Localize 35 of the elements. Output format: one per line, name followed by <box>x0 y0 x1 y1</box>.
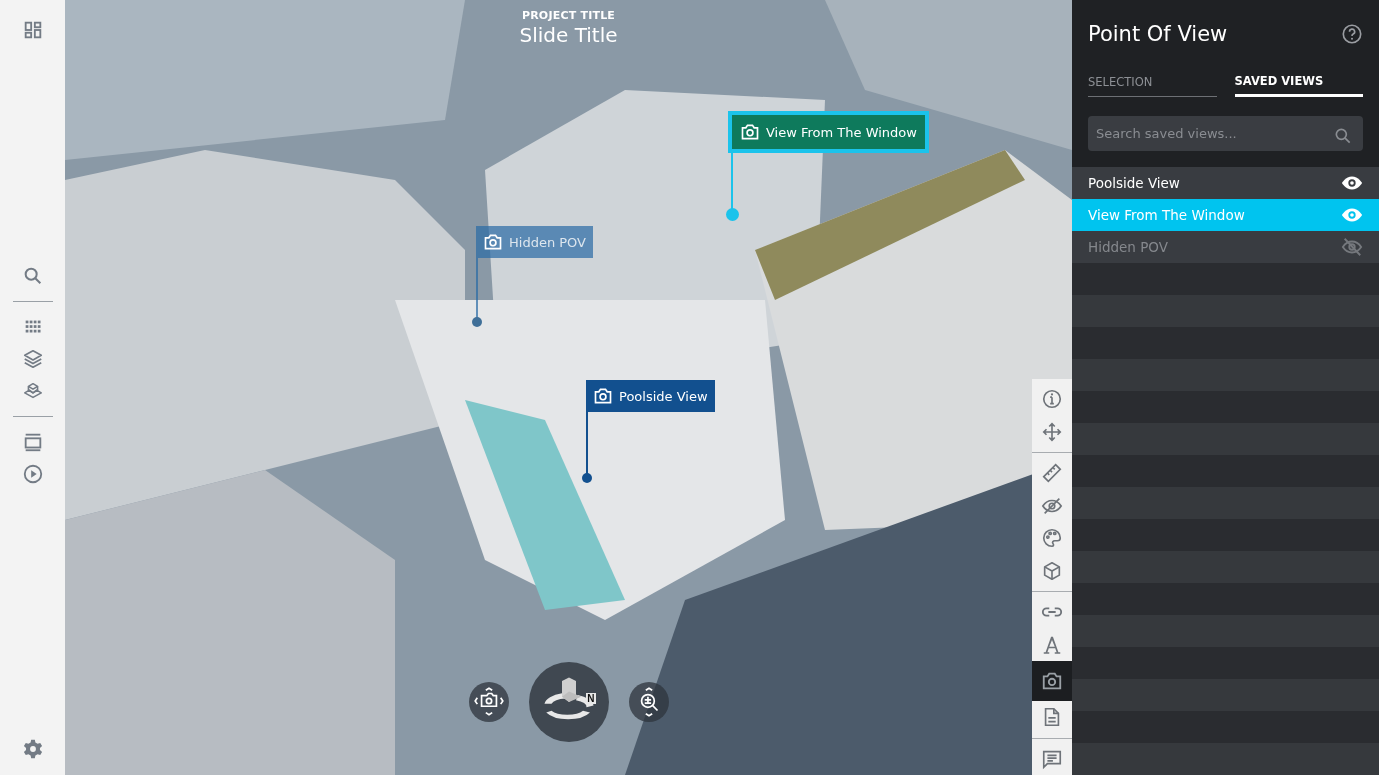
palette-icon <box>1041 527 1063 550</box>
panel-tab[interactable]: SELECTION <box>1088 74 1217 97</box>
pin-dot[interactable] <box>582 473 592 483</box>
compass-letter: N <box>586 693 596 704</box>
project-title: PROJECT TITLE <box>520 9 617 22</box>
camera-icon <box>593 386 613 406</box>
saved-view-name: Poolside View <box>1088 175 1180 191</box>
camera-icon <box>483 232 503 252</box>
ruler-icon <box>1041 462 1063 485</box>
pin-dot[interactable] <box>472 317 482 327</box>
help-button[interactable] <box>1341 23 1363 45</box>
pov-label[interactable]: Hidden POV <box>476 226 593 258</box>
slide-title: Slide Title <box>518 23 619 47</box>
saved-view-item[interactable]: Hidden POV <box>1072 231 1379 263</box>
saved-view-name: Hidden POV <box>1088 239 1168 255</box>
search-field[interactable]: Search saved views... <box>1088 116 1363 151</box>
pov-label[interactable]: View From The Window <box>728 111 929 153</box>
eye-slash-icon <box>1341 236 1363 258</box>
visibility-toggle[interactable] <box>1341 236 1363 258</box>
camera-icon <box>740 122 760 142</box>
info-icon <box>1041 388 1063 411</box>
panel-tab[interactable]: SAVED VIEWS <box>1234 74 1363 97</box>
play-icon <box>21 463 44 485</box>
panel-title: Point Of View <box>1088 22 1228 46</box>
pov-label[interactable]: Poolside View <box>586 380 715 412</box>
layers-icon <box>21 348 44 370</box>
settings-icon <box>21 738 44 760</box>
camera-icon <box>1041 670 1063 692</box>
saved-view-name: View From The Window <box>1088 207 1245 223</box>
camera-tool-button[interactable] <box>1032 661 1072 701</box>
cube-icon <box>1041 559 1063 582</box>
saved-view-item[interactable]: Poolside View <box>1072 167 1379 199</box>
move-icon <box>1041 420 1063 443</box>
search-icon <box>1333 126 1353 146</box>
help-icon <box>1341 23 1363 45</box>
